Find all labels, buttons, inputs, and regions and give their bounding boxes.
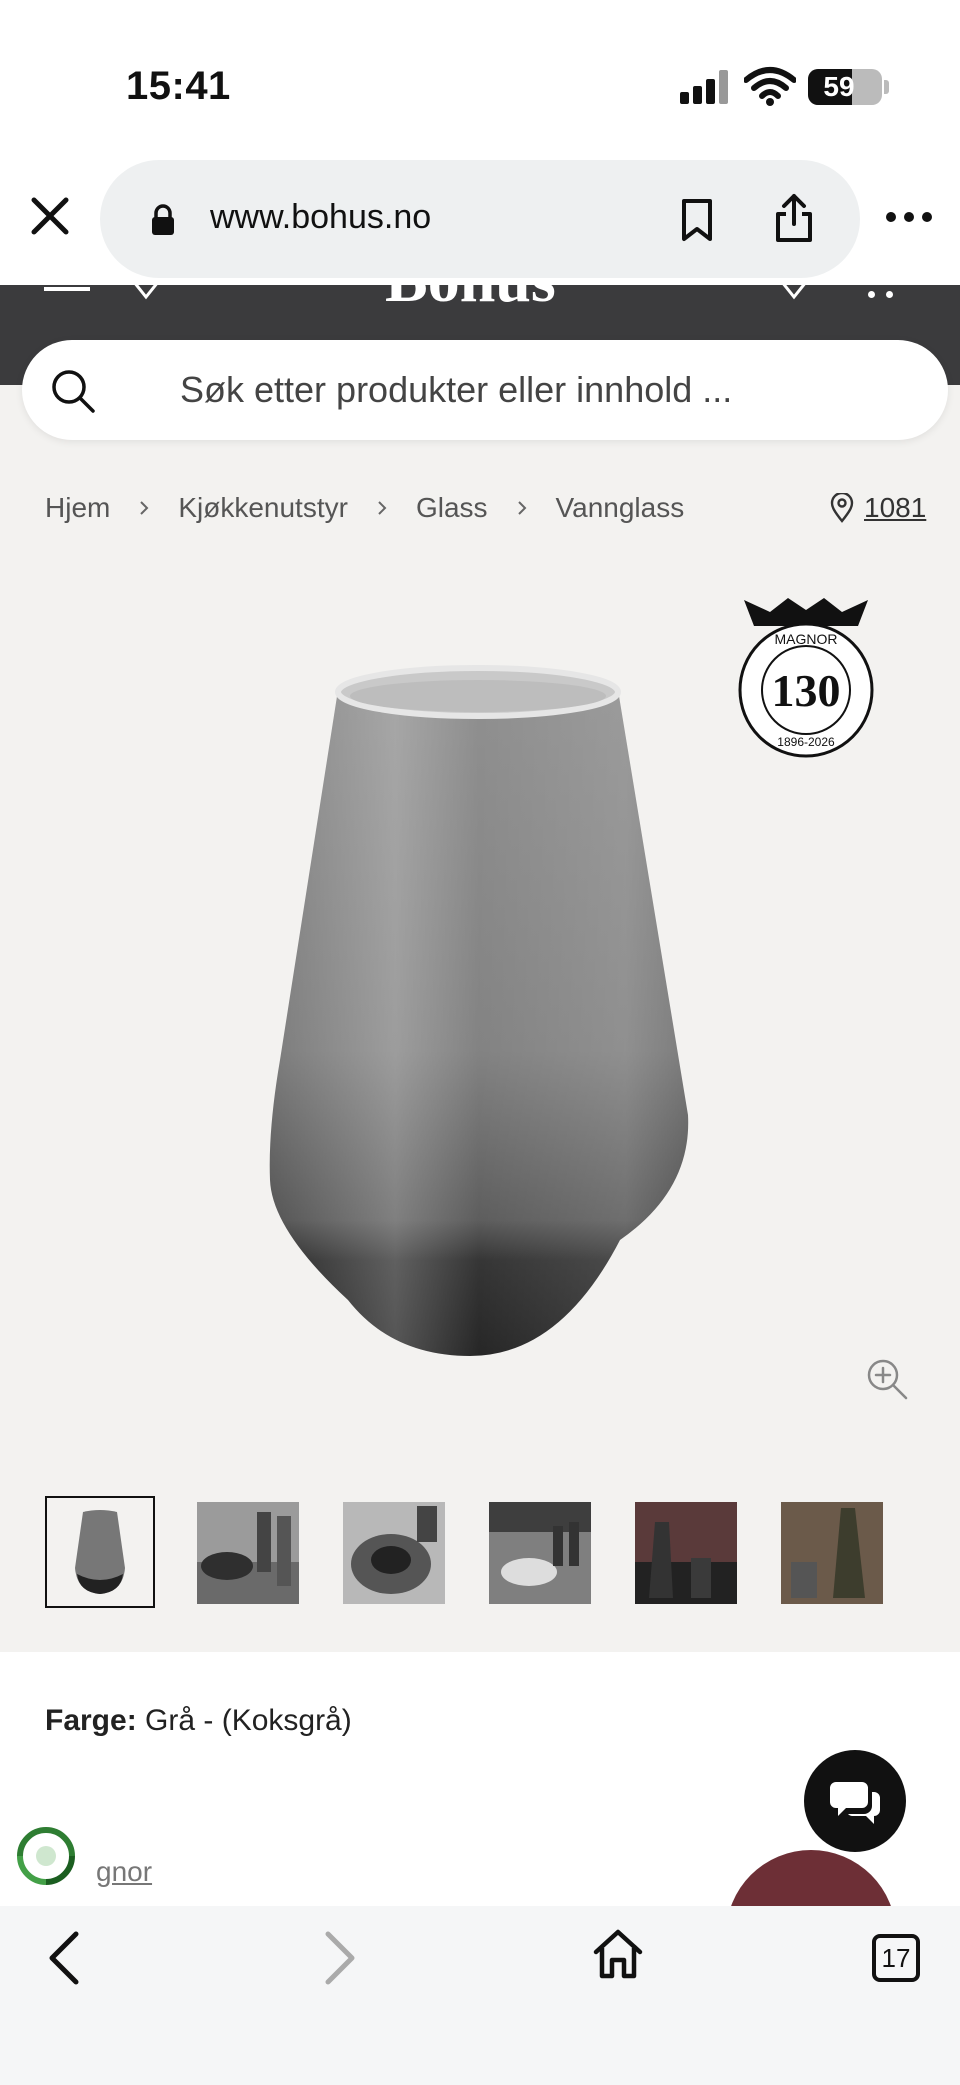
back-icon[interactable] [46,1930,82,1986]
chat-icon [830,1782,880,1824]
chevron-right-icon [378,501,387,515]
color-label: Farge: [45,1704,137,1737]
search-input[interactable] [180,364,880,416]
heart-icon[interactable] [128,285,164,301]
store-selector[interactable]: 1081 [830,488,926,528]
chevron-right-icon [140,501,149,515]
page: 15:41 59 www.bohus.no Søk etter produkte… [0,0,960,2085]
brand-link[interactable]: gnor [96,1856,152,1888]
thumbnail-5[interactable] [635,1502,737,1604]
thumbnail-3[interactable] [343,1502,445,1604]
breadcrumb: Hjem Kjøkkenutstyr Glass Vannglass [45,488,684,528]
status-bar: 15:41 59 [0,0,960,165]
forward-icon[interactable] [322,1930,358,1986]
battery-icon: 59 [808,69,882,105]
badge-number: 130 [772,665,841,716]
thumbnail-6[interactable] [781,1502,883,1604]
lock-icon [152,204,174,235]
site-logo[interactable]: Bohus [385,285,556,317]
chat-button[interactable] [804,1750,906,1852]
breadcrumb-item-kitchen[interactable]: Kjøkkenutstyr [178,492,348,524]
store-code: 1081 [864,492,927,523]
badge-years: 1896-2026 [777,735,835,749]
bookmark-icon[interactable] [680,198,714,242]
battery-percent: 59 [823,71,855,102]
home-icon[interactable] [592,1928,644,1980]
color-value: Grå - (Koksgrå) [145,1704,352,1737]
thumbnail-1[interactable] [45,1496,155,1608]
badge-brand: MAGNOR [775,631,838,647]
more-icon[interactable] [886,212,932,224]
status-time: 15:41 [126,64,231,108]
wifi-icon [744,67,796,106]
chevron-right-icon [517,501,526,515]
battery-tip [884,80,889,94]
thumbnail-strip [45,1496,925,1608]
browser-toolbar: 17 [0,1906,960,2085]
breadcrumb-item-home[interactable]: Hjem [45,492,110,524]
breadcrumb-item-waterglass[interactable]: Vannglass [556,492,685,524]
menu-icon[interactable] [44,287,90,291]
search-icon[interactable] [50,368,96,414]
tabs-icon[interactable]: 17 [872,1934,920,1982]
anniversary-badge: MAGNOR 130 1896-2026 [738,598,874,758]
color-info: Farge: Grå - (Koksgrå) [45,1704,352,1738]
url-text: www.bohus.no [210,198,432,236]
recycle-icon[interactable] [14,1824,78,1888]
search-bar [22,340,948,440]
close-icon[interactable] [28,194,72,238]
share-icon[interactable] [774,192,814,244]
signal-icon [680,70,732,104]
thumbnail-4[interactable] [489,1502,591,1604]
location-pin-icon [830,493,854,523]
browser-bar: www.bohus.no [0,150,960,285]
favorites-icon[interactable] [776,285,812,301]
breadcrumb-item-glass[interactable]: Glass [416,492,488,524]
zoom-in-icon[interactable] [866,1358,908,1400]
address-bar[interactable]: www.bohus.no [100,160,860,278]
cart-icon[interactable] [868,291,900,299]
thumbnail-2[interactable] [197,1502,299,1604]
